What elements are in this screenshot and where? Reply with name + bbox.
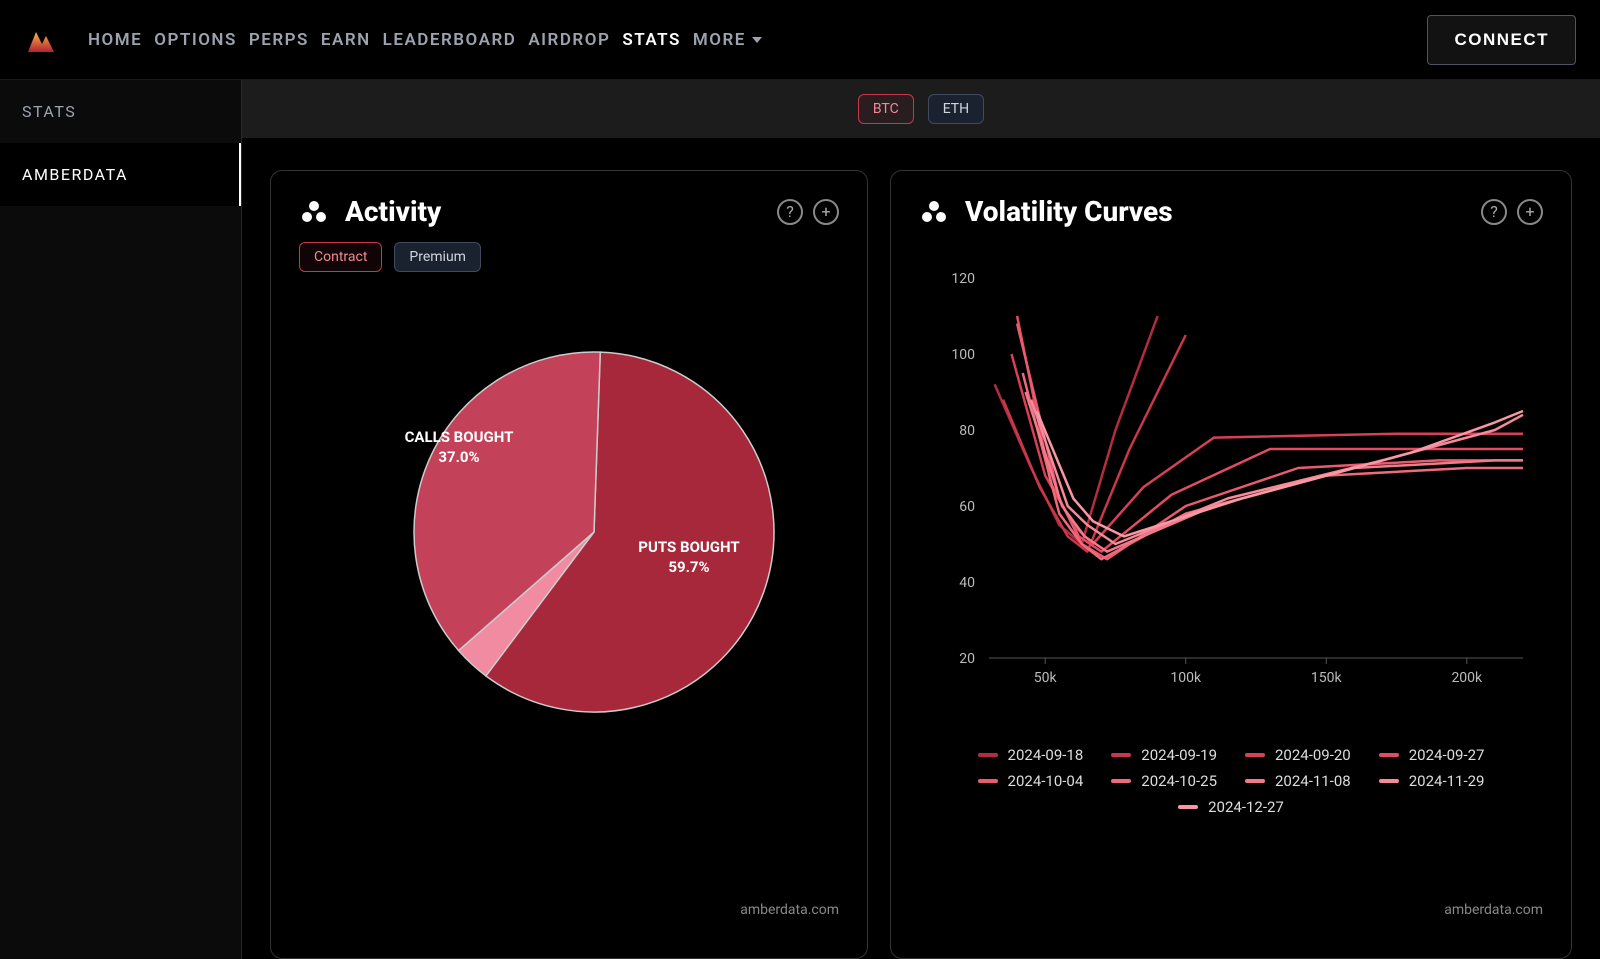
logo-icon [24, 24, 56, 56]
legend-swatch [1379, 753, 1399, 757]
legend-label: 2024-10-25 [1141, 772, 1217, 790]
svg-text:59.7%: 59.7% [668, 558, 709, 576]
nav-item-airdrop[interactable]: AIRDROP [522, 26, 616, 54]
legend-swatch [978, 779, 998, 783]
legend-item[interactable]: 2024-09-27 [1379, 746, 1485, 764]
svg-text:100: 100 [951, 347, 975, 363]
asset-tab-eth[interactable]: ETH [928, 94, 984, 124]
cluster-icon [299, 200, 329, 224]
nav-item-stats[interactable]: STATS [616, 26, 687, 54]
volatility-title: Volatility Curves [965, 195, 1173, 228]
nav-item-options[interactable]: OPTIONS [148, 26, 243, 54]
legend-label: 2024-11-29 [1409, 772, 1485, 790]
svg-text:50k: 50k [1034, 670, 1058, 686]
legend-item[interactable]: 2024-10-25 [1111, 772, 1217, 790]
legend-item[interactable]: 2024-09-20 [1245, 746, 1351, 764]
legend-label: 2024-10-04 [1008, 772, 1084, 790]
legend-item[interactable]: 2024-11-29 [1379, 772, 1485, 790]
nav-item-home[interactable]: HOME [82, 26, 148, 54]
sidebar: STATSAMBERDATA [0, 80, 242, 959]
svg-text:PUTS BOUGHT: PUTS BOUGHT [638, 538, 739, 556]
legend-item[interactable]: 2024-12-27 [1178, 798, 1284, 816]
legend-swatch [1245, 779, 1265, 783]
sidebar-item-amberdata[interactable]: AMBERDATA [0, 143, 241, 206]
legend-label: 2024-09-27 [1409, 746, 1485, 764]
svg-text:60: 60 [959, 499, 975, 515]
volatility-legend: 2024-09-18 2024-09-19 2024-09-20 2024-09-27… [919, 746, 1543, 816]
legend-swatch [1111, 753, 1131, 757]
activity-pie-chart: CALLS BOUGHT 37.0% PUTS BOUGHT 59.7% [329, 332, 809, 762]
legend-label: 2024-09-20 [1275, 746, 1351, 764]
svg-text:20: 20 [959, 651, 975, 667]
activity-card: Activity ? + Contract Premium CALLS BOUGH… [270, 170, 868, 959]
sidebar-item-stats[interactable]: STATS [0, 80, 241, 143]
nav-item-earn[interactable]: EARN [315, 26, 377, 54]
legend-item[interactable]: 2024-09-19 [1111, 746, 1217, 764]
svg-text:200k: 200k [1451, 670, 1483, 686]
volatility-line-chart: 20 40 60 80 100 120 50k 100k 150k 200k [919, 268, 1543, 708]
volatility-card: Volatility Curves ? + 20 40 60 80 100 120 50k 1… [890, 170, 1572, 959]
nav-item-more[interactable]: MORE [687, 26, 768, 54]
legend-label: 2024-09-19 [1141, 746, 1217, 764]
svg-text:80: 80 [959, 423, 975, 439]
header-left: HOMEOPTIONSPERPSEARNLEADERBOARDAIRDROPST… [24, 24, 768, 56]
legend-label: 2024-12-27 [1208, 798, 1284, 816]
expand-icon[interactable]: + [813, 199, 839, 225]
svg-text:CALLS BOUGHT: CALLS BOUGHT [405, 428, 514, 446]
legend-label: 2024-09-18 [1008, 746, 1084, 764]
sub-tab-contract[interactable]: Contract [299, 242, 382, 272]
legend-item[interactable]: 2024-10-04 [978, 772, 1084, 790]
cluster-icon [919, 200, 949, 224]
nav-item-perps[interactable]: PERPS [243, 26, 315, 54]
legend-swatch [1111, 779, 1131, 783]
legend-swatch [1379, 779, 1399, 783]
asset-tab-bar: BTC ETH [242, 80, 1600, 138]
activity-title: Activity [345, 195, 441, 228]
svg-text:150k: 150k [1311, 670, 1343, 686]
legend-swatch [1178, 805, 1198, 809]
help-icon[interactable]: ? [1481, 199, 1507, 225]
expand-icon[interactable]: + [1517, 199, 1543, 225]
nav-item-leaderboard[interactable]: LEADERBOARD [377, 26, 523, 54]
chevron-down-icon [752, 37, 762, 43]
attribution-text: amberdata.com [1444, 902, 1543, 918]
legend-swatch [978, 753, 998, 757]
legend-swatch [1245, 753, 1265, 757]
help-icon[interactable]: ? [777, 199, 803, 225]
svg-text:37.0%: 37.0% [438, 448, 479, 466]
legend-label: 2024-11-08 [1275, 772, 1351, 790]
legend-item[interactable]: 2024-09-18 [978, 746, 1084, 764]
svg-text:100k: 100k [1170, 670, 1202, 686]
svg-text:40: 40 [959, 575, 975, 591]
svg-text:120: 120 [951, 271, 975, 287]
header: HOMEOPTIONSPERPSEARNLEADERBOARDAIRDROPST… [0, 0, 1600, 80]
legend-item[interactable]: 2024-11-08 [1245, 772, 1351, 790]
asset-tab-btc[interactable]: BTC [858, 94, 914, 124]
sub-tab-premium[interactable]: Premium [394, 242, 481, 272]
connect-button[interactable]: CONNECT [1427, 15, 1576, 65]
attribution-text: amberdata.com [740, 902, 839, 918]
